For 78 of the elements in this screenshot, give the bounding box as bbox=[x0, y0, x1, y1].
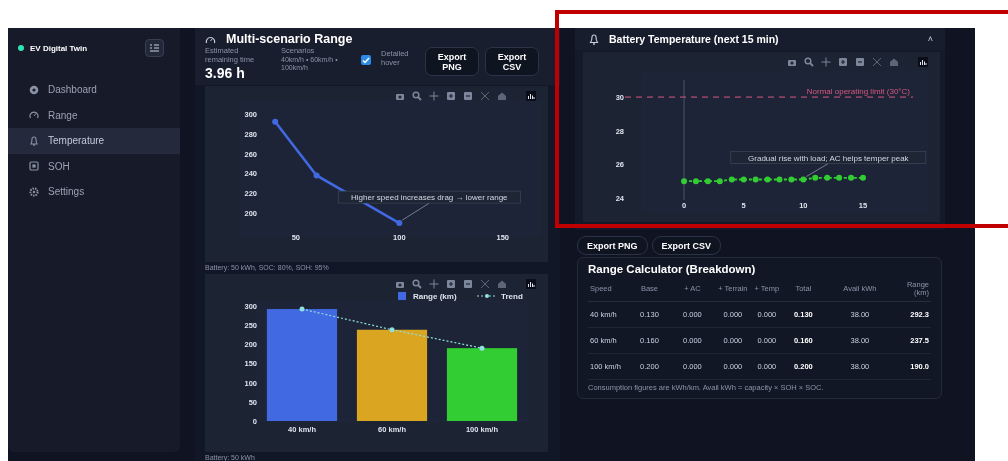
crosshair-icon[interactable] bbox=[429, 91, 439, 101]
export-button[interactable]: Export PNG bbox=[577, 236, 648, 255]
status-dot-icon bbox=[18, 45, 24, 51]
annotation: Gradual rise with load; AC helps temper peak bbox=[748, 153, 910, 163]
sidebar-item[interactable]: SOH bbox=[8, 153, 180, 179]
card-title: Range Calculator (Breakdown) bbox=[588, 263, 757, 275]
bell-icon bbox=[29, 135, 39, 146]
minus-icon[interactable] bbox=[463, 279, 473, 289]
camera-icon[interactable] bbox=[395, 91, 405, 101]
data-point bbox=[860, 174, 866, 181]
legend-label: Range (km) bbox=[413, 292, 457, 301]
data-point bbox=[788, 176, 795, 183]
sidebar-item[interactable]: Range bbox=[8, 102, 180, 128]
limit-label: Normal operating limit (30°C) bbox=[806, 87, 910, 97]
legend-swatch bbox=[476, 294, 498, 298]
crosshair-icon[interactable] bbox=[429, 279, 439, 289]
data-point bbox=[728, 176, 735, 183]
data-point bbox=[752, 176, 759, 183]
sidebar-item[interactable]: Dashboard bbox=[8, 77, 180, 103]
panel-title: Multi-scenario Range bbox=[226, 32, 353, 46]
export-button[interactable]: Export PNG bbox=[425, 47, 479, 76]
data-point bbox=[681, 178, 688, 185]
zoom-icon[interactable] bbox=[804, 57, 814, 67]
bell-icon bbox=[589, 33, 599, 45]
data-point bbox=[299, 306, 305, 312]
checkbox[interactable] bbox=[361, 55, 371, 65]
data-point bbox=[800, 176, 807, 183]
app-title: EV Digital Twin bbox=[30, 43, 89, 53]
data-point bbox=[812, 174, 819, 181]
legend-label: Trend bbox=[501, 292, 523, 301]
data-point bbox=[836, 174, 843, 181]
stat-value: 3.96 h bbox=[205, 65, 246, 81]
data-point bbox=[740, 176, 747, 183]
data-point bbox=[764, 176, 771, 183]
sidebar-item[interactable]: Settings bbox=[8, 179, 180, 205]
leader-line bbox=[401, 202, 430, 221]
data-point bbox=[716, 178, 723, 185]
home-icon[interactable] bbox=[497, 279, 507, 289]
export-button[interactable]: Export CSV bbox=[651, 236, 722, 255]
export-button[interactable]: Export CSV bbox=[485, 47, 539, 76]
collapse-button[interactable]: ˄ bbox=[927, 34, 933, 44]
bar-chart-icon[interactable] bbox=[526, 91, 536, 101]
data-point bbox=[313, 172, 320, 179]
minus-icon[interactable] bbox=[855, 57, 865, 67]
plus-icon[interactable] bbox=[838, 57, 848, 67]
gear-icon bbox=[29, 186, 39, 197]
chip-icon bbox=[29, 161, 39, 172]
data-point bbox=[479, 345, 485, 351]
data-point bbox=[824, 174, 831, 181]
crosshair-icon[interactable] bbox=[821, 57, 831, 67]
plus-icon[interactable] bbox=[446, 279, 456, 289]
minus-icon[interactable] bbox=[463, 91, 473, 101]
data-point bbox=[704, 178, 711, 185]
sidebar-toggle-button[interactable] bbox=[145, 39, 164, 57]
data-point bbox=[776, 176, 783, 183]
list-icon bbox=[150, 44, 159, 52]
data-point bbox=[272, 118, 279, 125]
zoom-icon[interactable] bbox=[412, 279, 422, 289]
leader-line bbox=[805, 163, 829, 177]
annotation-label: Higher speed increases drag → lower range bbox=[337, 190, 521, 204]
home-icon[interactable] bbox=[889, 57, 899, 67]
annotation: Higher speed increases drag → lower range bbox=[351, 193, 509, 203]
bar-chart-icon[interactable] bbox=[526, 279, 536, 289]
annotation-label: Gradual rise with load; AC helps temper peak bbox=[730, 151, 927, 164]
panel-title: Battery Temperature (next 15 min) bbox=[609, 33, 780, 45]
data-point bbox=[848, 174, 855, 181]
data-point bbox=[692, 178, 699, 185]
plus-icon[interactable] bbox=[446, 91, 456, 101]
dashboard-icon bbox=[29, 84, 39, 95]
camera-icon[interactable] bbox=[787, 57, 797, 67]
camera-icon[interactable] bbox=[395, 279, 405, 289]
bar-chart-icon[interactable] bbox=[918, 57, 928, 67]
gauge-icon bbox=[29, 110, 39, 121]
sidebar-item[interactable]: Temperature bbox=[8, 128, 180, 154]
gauge-icon bbox=[205, 34, 216, 44]
data-point bbox=[396, 220, 403, 227]
data-point bbox=[389, 327, 395, 333]
legend-swatch bbox=[398, 292, 406, 300]
